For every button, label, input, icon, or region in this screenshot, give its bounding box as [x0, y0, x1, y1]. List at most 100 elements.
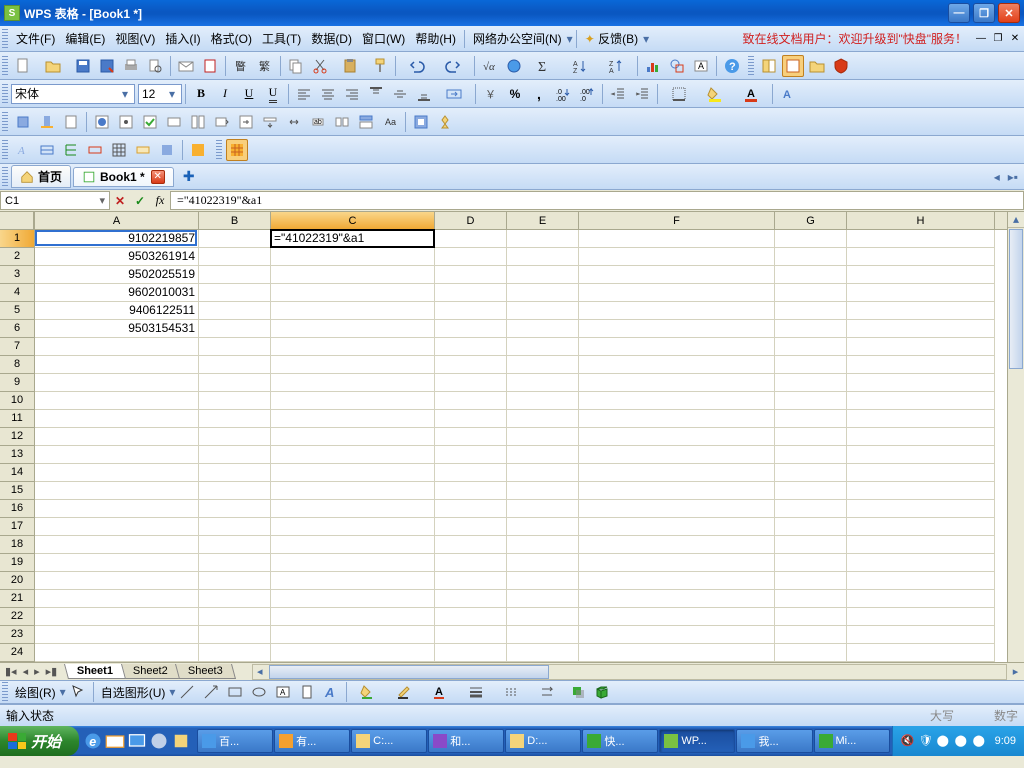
- cell-D10[interactable]: [435, 392, 507, 410]
- cell-B3[interactable]: [199, 266, 271, 284]
- t3-3[interactable]: [60, 111, 82, 133]
- open-icon[interactable]: [36, 55, 70, 77]
- column-header-H[interactable]: H: [847, 212, 995, 229]
- cell-H7[interactable]: [847, 338, 995, 356]
- fillcolor2-icon[interactable]: [351, 681, 385, 703]
- incindent-icon[interactable]: [631, 83, 653, 105]
- cell-B10[interactable]: [199, 392, 271, 410]
- fx-button[interactable]: fx: [150, 192, 170, 210]
- t4-8[interactable]: [187, 139, 209, 161]
- cell-H6[interactable]: [847, 320, 995, 338]
- 3d-icon[interactable]: [591, 681, 613, 703]
- taskbar-task[interactable]: 有...: [274, 729, 350, 753]
- cell-F7[interactable]: [579, 338, 775, 356]
- cell-G12[interactable]: [775, 428, 847, 446]
- t4-3[interactable]: [60, 139, 82, 161]
- cell-C2[interactable]: [271, 248, 435, 266]
- tray-icon[interactable]: 🛡: [919, 734, 933, 748]
- tray-icon[interactable]: ⬤: [937, 734, 951, 748]
- cell-H5[interactable]: [847, 302, 995, 320]
- cell-C10[interactable]: [271, 392, 435, 410]
- select-objects-icon[interactable]: [67, 681, 89, 703]
- cell-F2[interactable]: [579, 248, 775, 266]
- tray-icon[interactable]: ⬤: [973, 734, 987, 748]
- cell-C13[interactable]: [271, 446, 435, 464]
- cell-B19[interactable]: [199, 554, 271, 572]
- valignmid-icon[interactable]: [389, 83, 411, 105]
- feedback-link[interactable]: ✦ 反馈(B): [580, 27, 643, 50]
- cell-H24[interactable]: [847, 644, 995, 662]
- cell-D9[interactable]: [435, 374, 507, 392]
- cell-E18[interactable]: [507, 536, 579, 554]
- row-header-13[interactable]: 13: [0, 446, 34, 464]
- row-header-19[interactable]: 19: [0, 554, 34, 572]
- system-tray[interactable]: 🔇 🛡 ⬤ ⬤ ⬤ 9:09: [892, 726, 1024, 756]
- cell-A17[interactable]: [35, 518, 199, 536]
- menu-tools[interactable]: 工具(T): [257, 27, 306, 50]
- tab-home[interactable]: 首页: [11, 165, 71, 188]
- italic-icon[interactable]: I: [214, 83, 236, 105]
- t4-9[interactable]: [226, 139, 248, 161]
- t3-5[interactable]: [115, 111, 137, 133]
- cell-D4[interactable]: [435, 284, 507, 302]
- cell-F17[interactable]: [579, 518, 775, 536]
- cell-A13[interactable]: [35, 446, 199, 464]
- menu-insert[interactable]: 插入(I): [160, 27, 205, 50]
- cell-H17[interactable]: [847, 518, 995, 536]
- save-icon[interactable]: [72, 55, 94, 77]
- cell-F10[interactable]: [579, 392, 775, 410]
- cell-D19[interactable]: [435, 554, 507, 572]
- cell-F15[interactable]: [579, 482, 775, 500]
- cell-F19[interactable]: [579, 554, 775, 572]
- taskbar-task[interactable]: C:...: [351, 729, 427, 753]
- redo-icon[interactable]: [436, 55, 470, 77]
- column-header-E[interactable]: E: [507, 212, 579, 229]
- cell-C16[interactable]: [271, 500, 435, 518]
- cell-E23[interactable]: [507, 626, 579, 644]
- t3-9[interactable]: [211, 111, 233, 133]
- row-header-3[interactable]: 3: [0, 266, 34, 284]
- row-header-8[interactable]: 8: [0, 356, 34, 374]
- cell-H18[interactable]: [847, 536, 995, 554]
- cut-icon[interactable]: [309, 55, 331, 77]
- cell-E3[interactable]: [507, 266, 579, 284]
- hyperlink-icon[interactable]: [503, 55, 525, 77]
- horizontal-scrollbar[interactable]: ◂: [252, 664, 1007, 680]
- cell-C7[interactable]: [271, 338, 435, 356]
- t4-2[interactable]: [36, 139, 58, 161]
- cell-D17[interactable]: [435, 518, 507, 536]
- cell-G20[interactable]: [775, 572, 847, 590]
- font-size-combo[interactable]: 12▾: [138, 84, 182, 104]
- cell-C3[interactable]: [271, 266, 435, 284]
- font-name-combo[interactable]: 宋体▾: [11, 84, 135, 104]
- taskpane-icon[interactable]: [758, 55, 780, 77]
- cell-B1[interactable]: [199, 230, 271, 248]
- row-header-7[interactable]: 7: [0, 338, 34, 356]
- column-header-B[interactable]: B: [199, 212, 271, 229]
- row-header-17[interactable]: 17: [0, 518, 34, 536]
- t3-13[interactable]: ab: [307, 111, 329, 133]
- cell-H10[interactable]: [847, 392, 995, 410]
- autoshapes-menu[interactable]: 自选图形(U): [97, 684, 170, 701]
- cell-A2[interactable]: 9503261914: [35, 248, 199, 266]
- new-tab-button[interactable]: ✚: [180, 168, 198, 186]
- cell-H12[interactable]: [847, 428, 995, 446]
- menu-netoffice[interactable]: 网络办公空间(N): [468, 27, 567, 50]
- cell-G4[interactable]: [775, 284, 847, 302]
- formatpainter-icon[interactable]: [369, 55, 391, 77]
- formula-input[interactable]: ="41022319"&a1: [170, 191, 1024, 210]
- cell-B15[interactable]: [199, 482, 271, 500]
- folder-icon[interactable]: [806, 55, 828, 77]
- cell-C22[interactable]: [271, 608, 435, 626]
- cell-A15[interactable]: [35, 482, 199, 500]
- cell-D15[interactable]: [435, 482, 507, 500]
- menu-help[interactable]: 帮助(H): [410, 27, 461, 50]
- cell-B13[interactable]: [199, 446, 271, 464]
- cell-A12[interactable]: [35, 428, 199, 446]
- cell-F23[interactable]: [579, 626, 775, 644]
- t4-1[interactable]: A: [12, 139, 34, 161]
- cell-G15[interactable]: [775, 482, 847, 500]
- cell-D24[interactable]: [435, 644, 507, 662]
- oval-icon[interactable]: [248, 681, 270, 703]
- row-header-21[interactable]: 21: [0, 590, 34, 608]
